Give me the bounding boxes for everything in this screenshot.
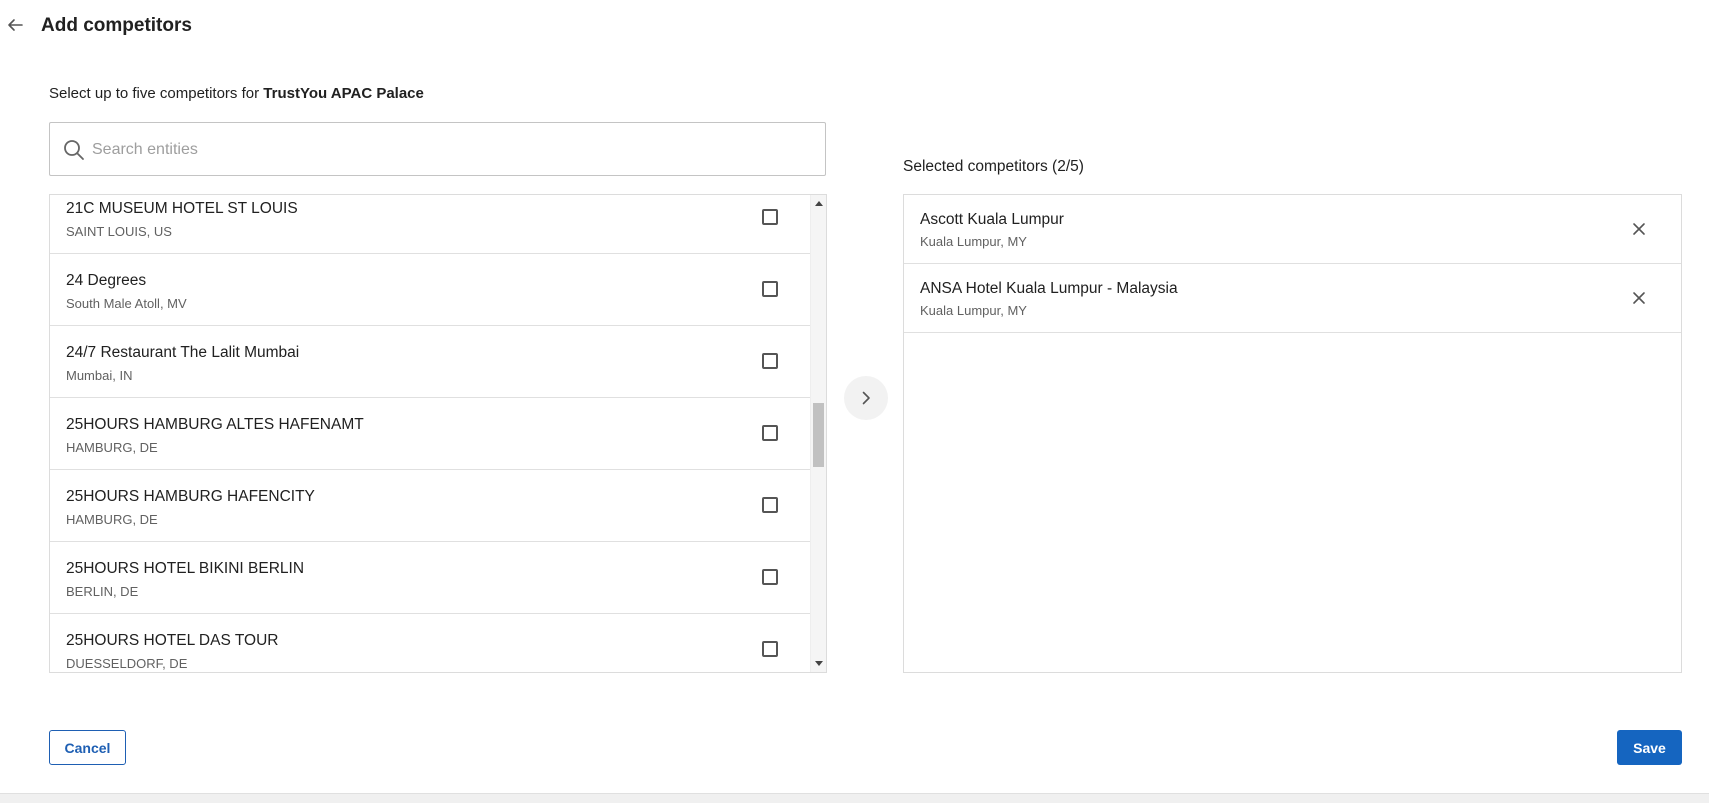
entity-name: 24 Degrees [66, 272, 147, 289]
list-item[interactable]: 25HOURS HOTEL BIKINI BERLIN BERLIN, DE [50, 542, 810, 614]
selected-competitors-title: Selected competitors (2/5) [903, 158, 1084, 175]
entity-checkbox[interactable] [762, 281, 778, 297]
search-box[interactable] [49, 122, 826, 176]
selected-name: ANSA Hotel Kuala Lumpur - Malaysia [920, 280, 1178, 297]
close-icon [1633, 223, 1645, 235]
remove-competitor-button[interactable] [1630, 289, 1648, 307]
scrollbar-thumb[interactable] [813, 403, 824, 467]
entity-checkbox[interactable] [762, 641, 778, 657]
entity-location: SAINT LOUIS, US [66, 224, 172, 239]
selected-location: Kuala Lumpur, MY [920, 303, 1027, 318]
scroll-up-arrow-icon[interactable] [815, 201, 823, 206]
instructions-text: Select up to five competitors for TrustY… [49, 85, 424, 102]
selected-item: ANSA Hotel Kuala Lumpur - Malaysia Kuala… [904, 264, 1681, 333]
entity-location: Mumbai, IN [66, 368, 133, 383]
list-item[interactable]: 25HOURS HOTEL DAS TOUR DUESSELDORF, DE [50, 614, 810, 672]
chevron-right-icon [862, 391, 870, 405]
entity-location: HAMBURG, DE [66, 440, 158, 455]
entity-checkbox[interactable] [762, 425, 778, 441]
search-input[interactable] [90, 135, 814, 165]
search-icon [64, 140, 84, 160]
entity-location: DUESSELDORF, DE [66, 656, 188, 671]
selected-name: Ascott Kuala Lumpur [920, 211, 1064, 228]
footer-divider [0, 793, 1709, 803]
list-item[interactable]: 24 Degrees South Male Atoll, MV [50, 254, 810, 326]
cancel-button[interactable]: Cancel [49, 730, 126, 765]
entity-checkbox[interactable] [762, 497, 778, 513]
entity-location: BERLIN, DE [66, 584, 139, 599]
remove-competitor-button[interactable] [1630, 220, 1648, 238]
close-icon [1633, 292, 1645, 304]
instructions-prefix: Select up to five competitors for [49, 85, 264, 102]
scroll-down-arrow-icon[interactable] [815, 661, 823, 666]
arrow-left-icon [8, 19, 23, 31]
entity-name: 25HOURS HAMBURG HAFENCITY [66, 488, 315, 505]
entity-name: 24/7 Restaurant The Lalit Mumbai [66, 344, 300, 361]
entity-checkbox[interactable] [762, 569, 778, 585]
selected-item: Ascott Kuala Lumpur Kuala Lumpur, MY [904, 195, 1681, 264]
list-item[interactable]: 25HOURS HAMBURG HAFENCITY HAMBURG, DE [50, 470, 810, 542]
entity-checkbox[interactable] [762, 353, 778, 369]
back-button[interactable] [4, 14, 26, 36]
entity-location: HAMBURG, DE [66, 512, 158, 527]
entity-name: 25HOURS HOTEL BIKINI BERLIN [66, 560, 305, 577]
list-item[interactable]: 21C MUSEUM HOTEL ST LOUIS SAINT LOUIS, U… [50, 195, 810, 254]
selected-location: Kuala Lumpur, MY [920, 234, 1027, 249]
entity-checkbox[interactable] [762, 209, 778, 225]
selected-competitors-list: Ascott Kuala Lumpur Kuala Lumpur, MY ANS… [903, 194, 1682, 673]
entity-name: 25HOURS HAMBURG ALTES HAFENAMT [66, 416, 364, 433]
property-name: TrustYou APAC Palace [263, 85, 424, 102]
list-item[interactable]: 24/7 Restaurant The Lalit Mumbai Mumbai,… [50, 326, 810, 398]
page-title: Add competitors [41, 15, 192, 36]
entity-location: South Male Atoll, MV [66, 296, 187, 311]
list-scrollbar[interactable] [810, 195, 826, 672]
entity-name: 25HOURS HOTEL DAS TOUR [66, 632, 279, 649]
list-item[interactable]: 25HOURS HAMBURG ALTES HAFENAMT HAMBURG, … [50, 398, 810, 470]
save-button[interactable]: Save [1617, 730, 1682, 765]
entity-name: 21C MUSEUM HOTEL ST LOUIS [66, 200, 298, 217]
entity-list: 21C MUSEUM HOTEL ST LOUIS SAINT LOUIS, U… [49, 194, 827, 673]
add-selected-button[interactable] [844, 376, 888, 420]
